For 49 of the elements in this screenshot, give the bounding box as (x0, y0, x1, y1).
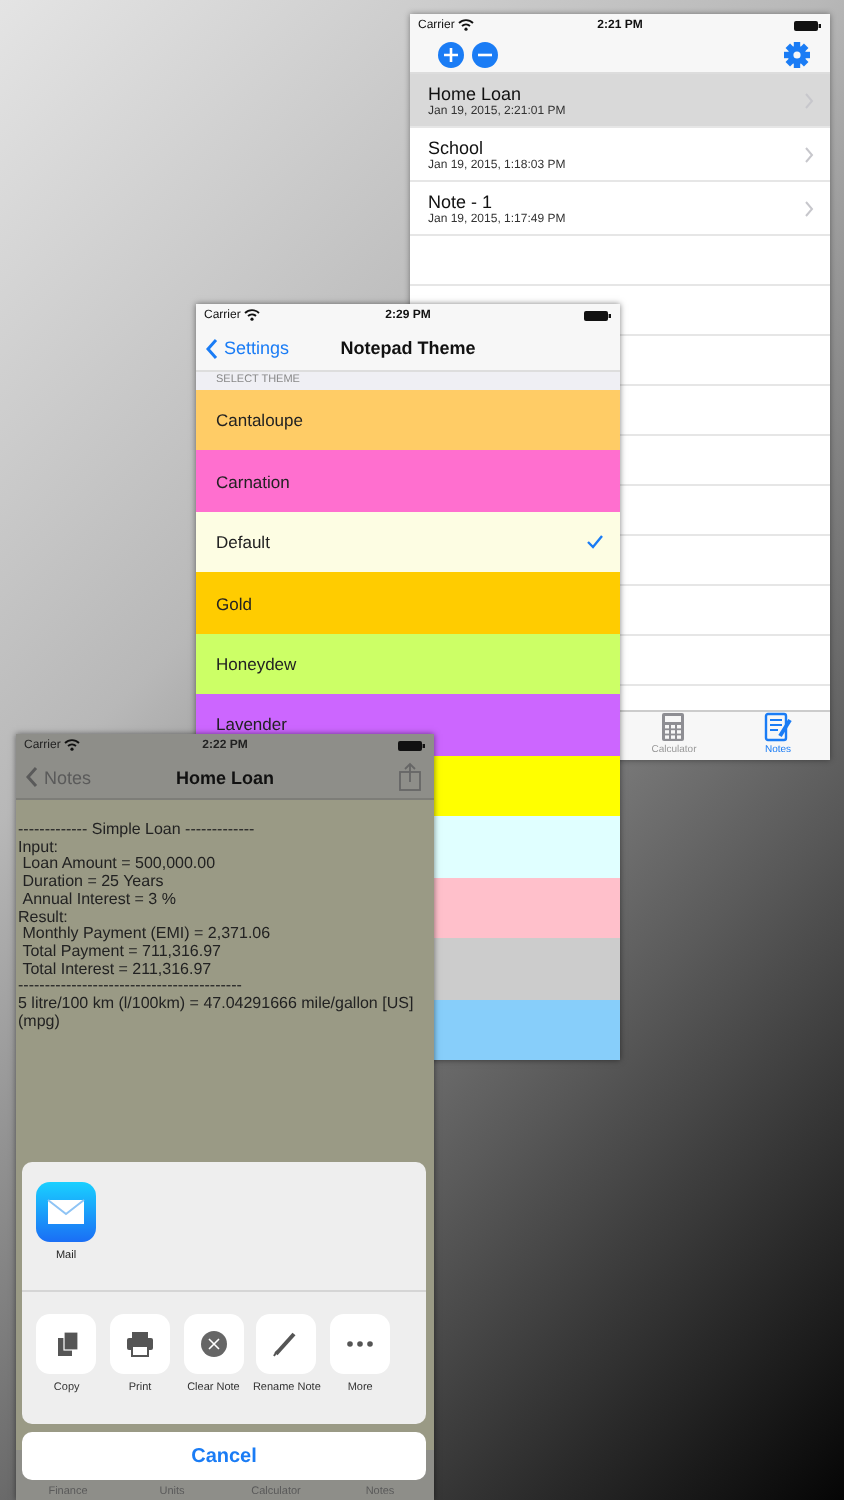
theme-row[interactable] (434, 755, 620, 817)
wifi-icon (64, 738, 81, 752)
battery-icon (794, 19, 822, 31)
note-text-line: ------------------------------------------ (18, 978, 244, 996)
theme-row[interactable] (434, 877, 620, 939)
printer-icon (126, 1330, 155, 1358)
note-text-line: Input: (18, 839, 61, 856)
theme-row[interactable] (434, 938, 620, 1000)
theme-row[interactable] (434, 816, 620, 878)
copy-icon (52, 1330, 81, 1358)
note-title: Note - 1 (428, 191, 495, 211)
pencil-icon (272, 1330, 301, 1358)
notepad-icon (764, 712, 792, 742)
note-text-line: Annual Interest = 3 % (20, 891, 178, 910)
remove-icon[interactable] (472, 41, 498, 67)
screen-title: Notepad Theme (340, 338, 476, 358)
clear-icon (199, 1330, 228, 1358)
battery-icon (398, 739, 426, 751)
back-chevron-icon (26, 766, 38, 788)
note-text-line: 5 litre/100 km (l/100km) = 47.04291666 mile/gallon [US] (mpg) (18, 996, 416, 1031)
theme-row[interactable]: Cantaloupe (196, 390, 620, 451)
screen-title: Home Loan (175, 767, 274, 787)
note-text-line: Monthly Payment (EMI) = 2,371.06 (20, 926, 273, 944)
theme-row[interactable] (434, 999, 620, 1060)
battery-icon (584, 309, 612, 321)
chevron-icon (804, 145, 814, 163)
theme-row[interactable]: Gold (196, 572, 620, 634)
mail-icon (36, 1182, 96, 1242)
share-icon[interactable] (398, 762, 422, 792)
chevron-icon (804, 199, 814, 217)
wifi-icon (244, 308, 261, 322)
note-text-line: Loan Amount = 500,000.00 (22, 856, 218, 874)
theme-row[interactable]: Default (196, 511, 620, 573)
note-title: Home Loan (428, 83, 524, 103)
settings-icon[interactable] (784, 41, 810, 67)
cancel-button[interactable]: Cancel (22, 1432, 426, 1480)
add-icon[interactable] (438, 41, 464, 67)
theme-row[interactable]: Carnation (196, 450, 620, 512)
note-title: School (428, 137, 486, 157)
note-text-line: Total Payment = 711,316.97 (20, 943, 223, 962)
back-chevron-icon (206, 337, 218, 359)
theme-row[interactable]: Honeydew (196, 633, 620, 695)
back-button[interactable]: Settings (206, 337, 290, 359)
checkmark-icon (586, 534, 604, 551)
note-text-line: Total Interest = 211,316.97 (20, 961, 214, 979)
note-text-line: Result: (18, 909, 70, 926)
note-text-line: Duration = 25 Years (20, 874, 166, 892)
note-text-line: ------------- Simple Loan ------------- (18, 822, 257, 840)
wifi-icon (458, 18, 475, 32)
